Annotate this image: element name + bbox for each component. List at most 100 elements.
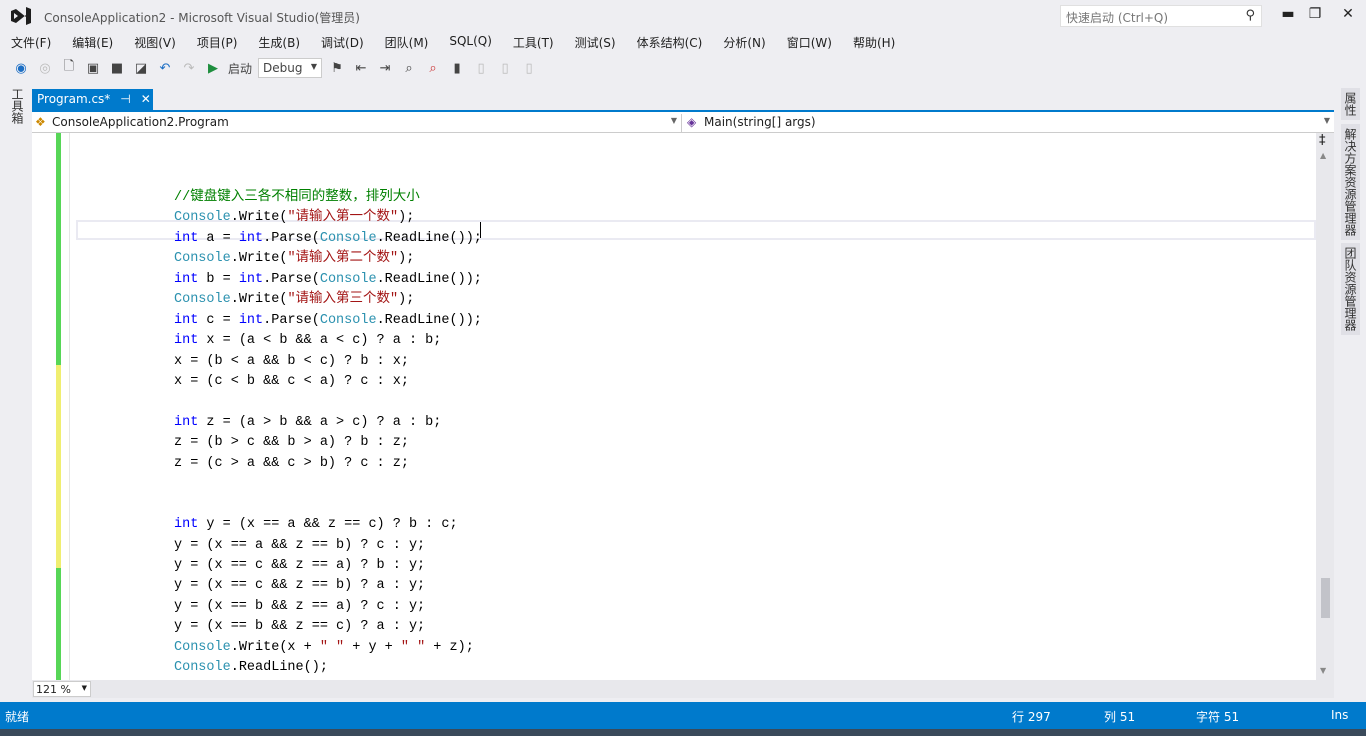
close-button[interactable]: ✕ [1338, 6, 1358, 22]
menu-item[interactable]: 体系结构(C) [626, 32, 713, 52]
member-dropdown[interactable]: ◈ Main(string[] args) ▼ [684, 114, 1334, 132]
code-line: Console.Write(x + " " + y + " " + z); [174, 638, 474, 658]
chevron-down-icon: ▼ [310, 62, 318, 71]
configuration-dropdown[interactable]: Debug ▼ [258, 58, 323, 78]
status-bar: 就绪 行 297 列 51 字符 51 Ins [0, 702, 1366, 729]
code-token: Console [174, 660, 231, 676]
code-line: int b = int.Parse(Console.ReadLine()); [174, 270, 482, 290]
restore-button[interactable]: ❐ [1305, 6, 1325, 22]
clear-bookmarks-icon[interactable]: ▯ [520, 59, 538, 77]
menu-item[interactable]: 项目(P) [186, 32, 248, 52]
code-token: . [230, 210, 239, 226]
text-cursor [480, 222, 481, 238]
code-token: + z); [425, 639, 474, 655]
menu-item[interactable]: 工具(T) [502, 32, 564, 52]
title-bar: ConsoleApplication2 - Microsoft Visual S… [0, 0, 1366, 32]
properties-tab[interactable]: 属性 [1341, 88, 1360, 120]
new-project-icon[interactable]: 🗋 [60, 59, 78, 77]
menu-item[interactable]: SQL(Q) [438, 32, 502, 52]
code-token: .Parse( [263, 312, 320, 328]
code-token: Console [319, 312, 377, 328]
code-line: //键盘键入三各不相同的整数，排列大小 [174, 188, 420, 208]
redo-icon[interactable]: ↷ [180, 59, 198, 77]
menu-bar: 文件(F) 编辑(E) 视图(V) 项目(P) 生成(B) 调试(D) 团队(M) SQL(Q… [0, 32, 905, 52]
code-line: z = (c > a && c > b) ? c : z; [174, 454, 409, 474]
right-tool-tabs: 属性 解决方案资源管理器 团队资源管理器 [1338, 88, 1360, 698]
code-token: .ReadLine()); [376, 271, 482, 287]
menu-item[interactable]: 视图(V) [123, 32, 186, 52]
taskbar [0, 729, 1366, 736]
code-token: "请输入第一个数" [287, 210, 399, 226]
code-token: .Write( [230, 251, 288, 267]
menu-item[interactable]: 帮助(H) [842, 32, 905, 52]
toolbox-tab[interactable]: 工具箱 [10, 88, 26, 124]
save-icon[interactable]: ■ [108, 59, 126, 77]
code-token: "请输入第三个数" [287, 292, 399, 308]
code-token: int [238, 271, 264, 287]
start-button[interactable]: 启动 [228, 60, 252, 77]
menu-item[interactable]: 窗口(W) [776, 32, 842, 52]
code-line: y = (x == b && z == a) ? c : y; [174, 597, 425, 617]
next-bookmark-icon[interactable]: ▯ [496, 59, 514, 77]
menu-item[interactable]: 生成(B) [247, 32, 310, 52]
code-token: y = (x == a && z == c) ? b : c; [198, 517, 458, 533]
undo-icon[interactable]: ↶ [156, 59, 174, 77]
menu-item[interactable]: 文件(F) [0, 32, 61, 52]
menu-item[interactable]: 团队(M) [374, 32, 439, 52]
uncomment-icon[interactable]: ⌕ [424, 59, 442, 77]
search-icon: ⚲ [1245, 8, 1255, 23]
start-icon[interactable]: ▶ [204, 59, 222, 77]
menu-item[interactable]: 测试(S) [564, 32, 626, 52]
char-number: 字符 51 [1196, 710, 1240, 724]
attach-icon[interactable]: ⚑ [328, 59, 346, 77]
zoom-value: 121 % [36, 683, 71, 696]
code-line: int z = (a > b && a > c) ? a : b; [174, 413, 441, 433]
code-token: z = (b > c && b > a) ? b : z; [174, 435, 409, 451]
back-icon[interactable]: ◉ [12, 59, 30, 77]
code-token: y = (x == b && z == c) ? a : y; [174, 619, 426, 635]
code-line: int a = int.Parse(Console.ReadLine()); [174, 229, 482, 249]
split-icon[interactable]: ‡ [1319, 133, 1326, 148]
code-token: .ReadLine()); [376, 312, 482, 328]
class-dropdown[interactable]: ❖ ConsoleApplication2.Program ▼ [32, 114, 682, 132]
code-line: int c = int.Parse(Console.ReadLine()); [174, 311, 482, 331]
code-token: .Parse( [263, 230, 320, 246]
chevron-down-icon: ▼ [670, 116, 677, 125]
menu-item[interactable]: 编辑(E) [61, 32, 123, 52]
menu-item[interactable]: 调试(D) [310, 32, 374, 52]
comment-icon[interactable]: ⌕ [400, 59, 418, 77]
code-token: a = [198, 230, 239, 246]
scroll-down-icon[interactable]: ▼ [1320, 666, 1326, 675]
prev-bookmark-icon[interactable]: ▯ [472, 59, 490, 77]
menu-item[interactable]: 分析(N) [712, 32, 775, 52]
indent-icon[interactable]: ⇤ [352, 59, 370, 77]
solution-explorer-tab[interactable]: 解决方案资源管理器 [1341, 124, 1360, 240]
scroll-up-icon[interactable]: ▲ [1320, 151, 1326, 160]
code-token: int [174, 333, 199, 349]
code-token: Console [174, 210, 231, 226]
close-tab-icon[interactable]: ✕ [141, 92, 151, 107]
minimize-button[interactable]: ▬ [1278, 6, 1298, 22]
code-line: int x = (a < b && a < c) ? a : b; [174, 331, 441, 351]
save-all-icon[interactable]: ◪ [132, 59, 150, 77]
pin-icon[interactable]: ⊣ [120, 92, 130, 107]
open-file-icon[interactable]: ▣ [84, 59, 102, 77]
code-token: ); [398, 210, 415, 226]
horizontal-scrollbar[interactable] [32, 680, 1334, 698]
outdent-icon[interactable]: ⇥ [376, 59, 394, 77]
forward-icon[interactable]: ◎ [36, 59, 54, 77]
code-editor[interactable]: //键盘键入三各不相同的整数，排列大小 Console .Write( "请输入第一个… [32, 133, 1316, 680]
line-number: 行 297 [1012, 710, 1051, 724]
code-line: y = (x == b && z == c) ? a : y; [174, 617, 425, 637]
bookmark-icon[interactable]: ▮ [448, 59, 466, 77]
code-line: y = (x == a && z == b) ? c : y; [174, 536, 425, 556]
scrollbar-thumb[interactable] [1321, 578, 1330, 618]
code-line: z = (b > c && b > a) ? b : z; [174, 433, 409, 453]
code-token: b = [198, 271, 239, 287]
insert-mode: Ins [1331, 708, 1349, 722]
quick-launch-placeholder: 快速启动 (Ctrl+Q) [1066, 11, 1169, 25]
tab-program-cs[interactable]: Program.cs* ⊣ ✕ [32, 89, 153, 110]
zoom-dropdown[interactable]: 121 % ▼ [33, 681, 91, 697]
team-explorer-tab[interactable]: 团队资源管理器 [1341, 243, 1360, 335]
quick-launch-input[interactable]: 快速启动 (Ctrl+Q) ⚲ [1060, 5, 1262, 27]
